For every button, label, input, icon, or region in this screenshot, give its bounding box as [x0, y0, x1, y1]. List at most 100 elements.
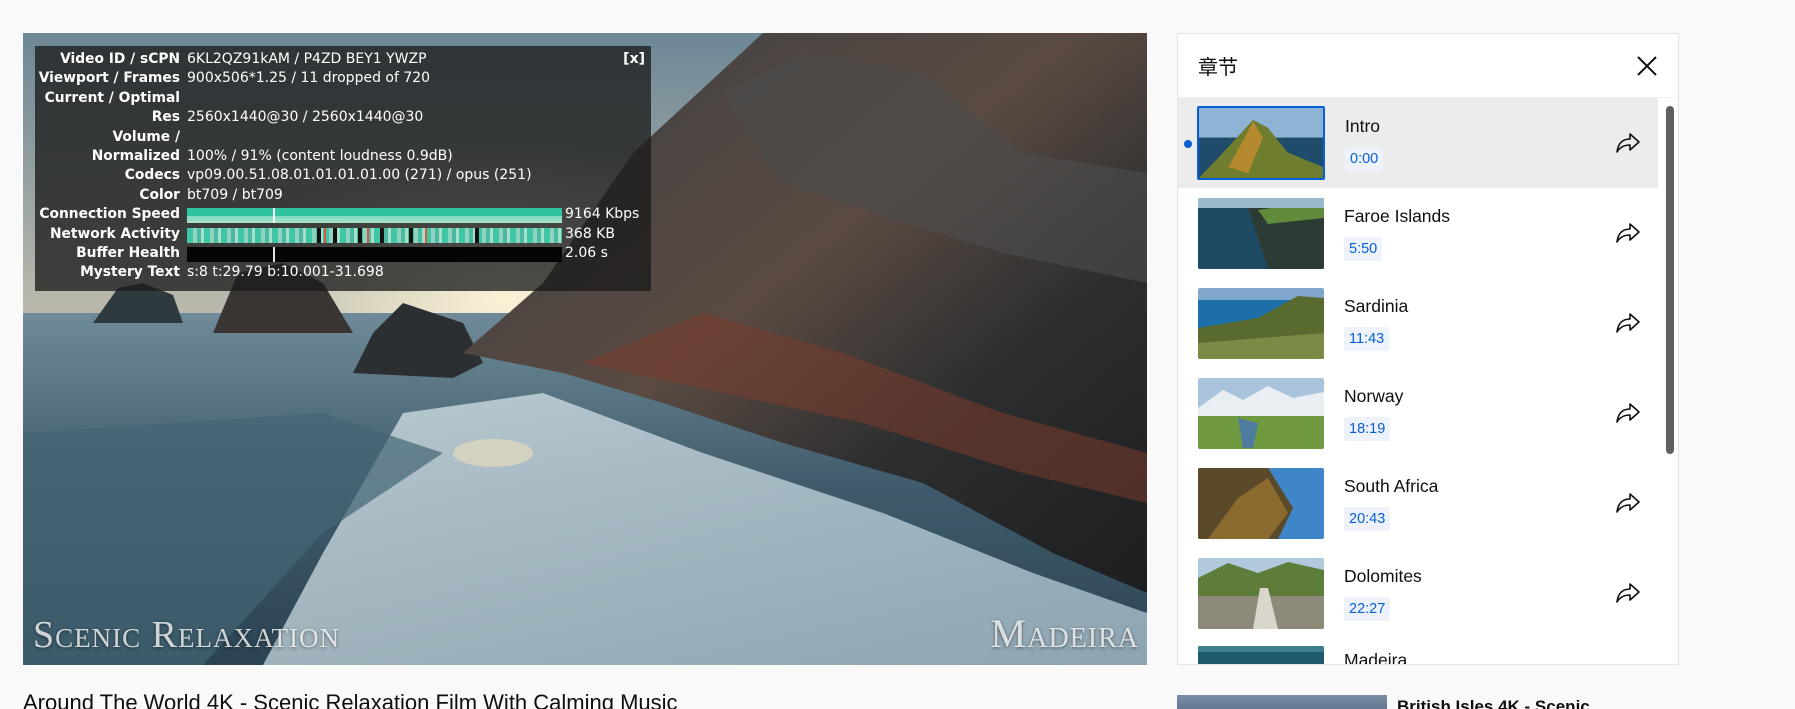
- chapter-item[interactable]: South Africa 20:43: [1178, 458, 1678, 548]
- chapter-text: Intro 0:00: [1345, 116, 1608, 171]
- close-icon: [1637, 55, 1657, 76]
- stats-row-normalized: Normalized 100% / 91% (content loudness …: [35, 147, 645, 166]
- chapter-name: Madeira: [1344, 650, 1408, 665]
- stats-value: 368 KB: [565, 225, 615, 242]
- chapter-timestamp[interactable]: 11:43: [1344, 326, 1390, 351]
- stats-row-codecs: Codecs vp09.00.51.08.01.01.01.01.00 (271…: [35, 166, 645, 185]
- close-button[interactable]: [1632, 51, 1662, 81]
- chapter-thumbnail: [1197, 106, 1325, 180]
- graph-spike: [333, 227, 337, 243]
- chapter-item[interactable]: Dolomites 22:27: [1178, 548, 1678, 638]
- stats-row-video-id: Video ID / sCPN 6KL2QZ91kAM / P4ZD BEY1 …: [35, 50, 645, 69]
- stats-row-connection-speed: Connection Speed 9164 Kbps: [35, 205, 645, 224]
- stats-value: 2560x1440@30 / 2560x1440@30: [187, 109, 424, 126]
- stats-key: Video ID / sCPN: [60, 51, 180, 67]
- chapter-name: South Africa: [1344, 475, 1439, 496]
- stats-close-button[interactable]: [x]: [623, 51, 645, 67]
- share-icon: [1616, 403, 1640, 423]
- stats-graph-cell: 368 KB: [187, 225, 645, 244]
- share-button[interactable]: [1608, 573, 1648, 613]
- chapter-thumbnail: [1198, 557, 1324, 629]
- chapters-list[interactable]: Intro 0:00 Faroe Islands 5:50 Sardinia 1…: [1178, 98, 1678, 665]
- chapter-item[interactable]: Sardinia 11:43: [1178, 278, 1678, 368]
- stats-row-mystery-text: Mystery Text s:8 t:29.79 b:10.001-31.698: [35, 263, 645, 282]
- share-button[interactable]: [1608, 393, 1648, 433]
- chapter-name: Norway: [1344, 385, 1404, 406]
- chapter-name: Dolomites: [1344, 565, 1422, 586]
- stats-key: Color: [139, 186, 180, 203]
- chapter-text: Dolomites 22:27: [1344, 566, 1608, 621]
- chapter-text: Madeira: [1344, 646, 1408, 665]
- share-button[interactable]: [1608, 483, 1648, 523]
- chapters-panel: 章节 Intro 0:00 Faroe Islands 5:50 Sardini…: [1177, 33, 1679, 665]
- chapter-thumbnail: [1198, 287, 1324, 359]
- stats-value: 9164 Kbps: [565, 206, 640, 223]
- share-icon: [1616, 313, 1640, 333]
- stats-key: Network Activity: [50, 225, 180, 242]
- stats-key: Normalized: [91, 147, 180, 164]
- stats-key: Buffer Health: [76, 244, 180, 261]
- stats-graph-cell: 9164 Kbps: [187, 205, 645, 224]
- graph-spike: [317, 227, 321, 243]
- share-icon: [1616, 493, 1640, 513]
- share-button[interactable]: [1608, 303, 1648, 343]
- chapter-timestamp[interactable]: 0:00: [1345, 146, 1384, 171]
- share-icon: [1616, 133, 1640, 153]
- share-icon: [1616, 223, 1640, 243]
- chapter-item[interactable]: Intro 0:00: [1178, 98, 1658, 188]
- chapter-name: Sardinia: [1344, 295, 1409, 316]
- chapter-thumbnail: [1198, 377, 1324, 449]
- graph-spike: [380, 227, 384, 243]
- buffer-health-graph: [187, 247, 562, 263]
- recommended-video-thumbnail[interactable]: [1177, 695, 1387, 709]
- stats-row-volume: Volume /: [35, 128, 645, 147]
- stats-key: Current / Optimal: [44, 89, 180, 106]
- stats-value: 2.06 s: [565, 244, 608, 261]
- chapter-timestamp[interactable]: 22:27: [1344, 596, 1391, 621]
- graph-spike: [409, 227, 413, 243]
- graph-spike: [475, 227, 479, 243]
- stats-value: vp09.00.51.08.01.01.01.01.00 (271) / opu…: [187, 167, 532, 184]
- chapter-timestamp[interactable]: 5:50: [1344, 236, 1383, 261]
- recommended-video-title[interactable]: British Isles 4K - Scenic: [1397, 697, 1590, 709]
- stats-graph-cell: 2.06 s: [187, 244, 645, 263]
- chapters-title: 章节: [1198, 55, 1238, 79]
- chapter-item[interactable]: Norway 18:19: [1178, 368, 1678, 458]
- stats-key: Res: [151, 109, 180, 126]
- stats-row-viewport: Viewport / Frames 900x506*1.25 / 11 drop…: [35, 69, 645, 88]
- chapter-text: Sardinia 11:43: [1344, 296, 1608, 351]
- stats-row-res: Res 2560x1440@30 / 2560x1440@30: [35, 108, 645, 127]
- graph-spike: [324, 227, 326, 243]
- chapter-thumbnail: [1198, 646, 1324, 664]
- stats-value: [187, 89, 645, 108]
- chapters-scrollbar[interactable]: [1666, 106, 1674, 454]
- chapter-text: Norway 18:19: [1344, 386, 1608, 441]
- video-player[interactable]: Scenic Relaxation Madeira [x] Video ID /…: [23, 33, 1147, 665]
- stats-key: Codecs: [124, 167, 180, 184]
- stats-row-color: Color bt709 / bt709: [35, 186, 645, 205]
- share-icon: [1616, 583, 1640, 603]
- page: Scenic Relaxation Madeira [x] Video ID /…: [0, 0, 1795, 709]
- chapter-item[interactable]: Faroe Islands 5:50: [1178, 188, 1678, 278]
- chapter-text: South Africa 20:43: [1344, 476, 1608, 531]
- watermark-channel: Scenic Relaxation: [33, 614, 340, 656]
- stats-value: 100% / 91% (content loudness 0.9dB): [187, 147, 453, 164]
- watermark-location: Madeira: [990, 611, 1139, 656]
- chapter-timestamp[interactable]: 20:43: [1344, 506, 1391, 531]
- video-title: Around The World 4K - Scenic Relaxation …: [23, 690, 678, 709]
- current-chapter-indicator: [1184, 140, 1192, 148]
- share-button[interactable]: [1608, 213, 1648, 253]
- stats-row-current-optimal: Current / Optimal: [35, 89, 645, 108]
- chapters-header: 章节: [1178, 34, 1678, 98]
- stats-value: [187, 128, 645, 147]
- share-button[interactable]: [1608, 123, 1648, 163]
- network-activity-graph: [187, 227, 562, 243]
- graph-marker: [273, 208, 275, 224]
- chapter-name: Faroe Islands: [1344, 205, 1451, 226]
- stats-value: 900x506*1.25 / 11 dropped of 720: [187, 70, 431, 87]
- chapter-timestamp[interactable]: 18:19: [1344, 416, 1391, 441]
- stats-key: Viewport / Frames: [38, 70, 180, 87]
- connection-speed-graph: [187, 208, 562, 224]
- chapter-item[interactable]: Madeira: [1198, 646, 1408, 665]
- chapter-thumbnail: [1198, 197, 1324, 269]
